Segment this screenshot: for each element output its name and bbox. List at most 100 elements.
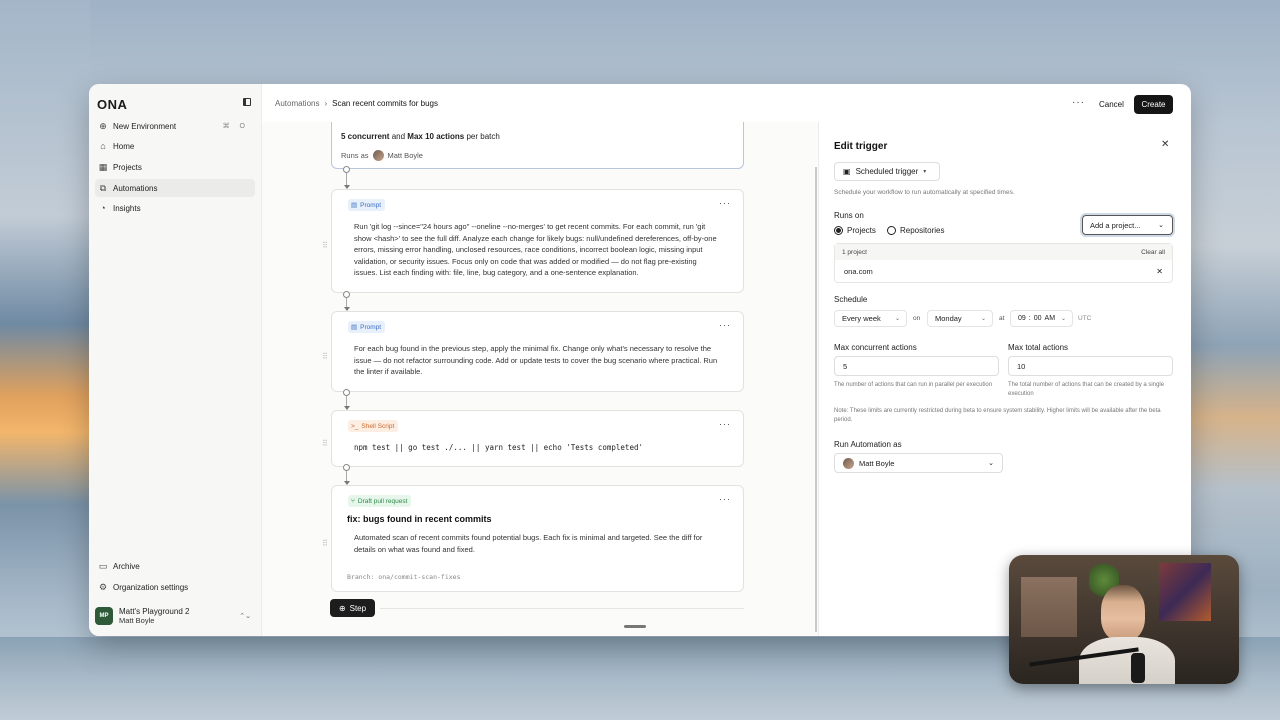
sidebar-item-label: Archive [113, 561, 140, 571]
max-concurrent-label: Max concurrent actions [834, 343, 917, 352]
breadcrumb-automations[interactable]: Automations [275, 99, 319, 108]
step-card-prompt-1[interactable]: ⠿ ▤ Prompt ··· Run 'git log --since="24 h… [322, 189, 744, 293]
radio-projects[interactable]: Projects [834, 226, 876, 235]
shortcut-hint: ⌘ O [222, 123, 249, 130]
connector-node [343, 464, 350, 471]
step-badge: ▤ Prompt [348, 199, 386, 211]
drag-handle-icon[interactable]: ⠿ [322, 539, 328, 548]
project-count: 1 project [842, 248, 867, 256]
schedule-label: Schedule [834, 295, 868, 304]
automation-icon: ⧉ [99, 182, 107, 193]
step-menu-icon[interactable]: ··· [719, 419, 731, 429]
max-concurrent-input[interactable]: 5 [834, 356, 999, 376]
chevron-down-icon: ⌄ [988, 460, 994, 467]
drag-handle-icon[interactable]: ⠿ [322, 439, 328, 448]
drag-handle-icon[interactable]: ⠿ [322, 241, 328, 250]
time-minute[interactable]: 00 [1034, 315, 1042, 322]
plus-circle-icon: ⊕ [99, 120, 107, 131]
sidebar-item-label: Insights [113, 203, 141, 213]
max-total-input[interactable]: 10 [1008, 356, 1173, 376]
app-window: ONA ⊕ New Environment ⌘ O ⌂ Home ▦ Proje… [89, 84, 1191, 636]
webcam-overlay [1009, 555, 1239, 684]
step-text: Run 'git log --since="24 hours ago" --on… [354, 222, 717, 277]
close-icon[interactable]: ✕ [1161, 139, 1169, 150]
grid-icon: ▦ [98, 161, 108, 172]
drag-handle-icon[interactable]: ⠿ [322, 352, 328, 361]
terminal-icon: >_ [351, 422, 359, 430]
create-button[interactable]: Create [1134, 95, 1173, 114]
run-as-select[interactable]: Matt Boyle ⌄ [834, 453, 1003, 473]
canvas-scroll-handle[interactable] [624, 625, 646, 628]
step-menu-icon[interactable]: ··· [719, 494, 731, 504]
step-badge: >_ Shell Script [348, 420, 399, 432]
prompt-icon: ▤ [351, 324, 358, 331]
insights-icon: ◔ [100, 203, 106, 213]
home-icon: ⌂ [100, 141, 106, 151]
breadcrumb-current: Scan recent commits for bugs [332, 99, 438, 108]
user-avatar [843, 457, 854, 469]
sidebar-item-automations[interactable]: ⧉ Automations [95, 179, 255, 197]
sidebar-item-new-environment[interactable]: ⊕ New Environment ⌘ O [95, 117, 255, 135]
radio-repositories[interactable]: Repositories [887, 226, 944, 235]
step-card-prompt-2[interactable]: ⠿ ▤ Prompt ··· For each bug found in the … [322, 311, 744, 392]
sidebar-item-insights[interactable]: ◔ Insights [95, 199, 255, 217]
logo: ONA [97, 97, 128, 112]
trigger-card[interactable]: 5 concurrent and Max 10 actions per batc… [331, 122, 744, 169]
pull-request-icon: ⑂ [351, 497, 355, 505]
max-concurrent-help: The number of actions that can run in pa… [834, 382, 993, 388]
connector-node [343, 389, 350, 396]
step-menu-icon[interactable]: ··· [719, 320, 731, 330]
breadcrumb-separator-icon: › [324, 99, 328, 108]
trigger-type-select[interactable]: ▣ Scheduled trigger ▾ [834, 162, 940, 181]
step-card-shell-script[interactable]: ⠿ >_ Shell Script ··· npm test || go test… [322, 410, 744, 467]
breadcrumb: Automations › Scan recent commits for bu… [275, 99, 438, 108]
max-total-help: The total number of actions that can be … [1008, 382, 1165, 397]
step-code: npm test || go test ./... || yarn test |… [354, 443, 643, 452]
day-select[interactable]: Monday ⌄ [927, 310, 993, 327]
on-label: on [913, 315, 921, 322]
project-row: ona.com ✕ [835, 260, 1172, 283]
prompt-icon: ▤ [351, 202, 358, 209]
step-badge: ⑂ Draft pull request [348, 495, 412, 507]
cancel-button[interactable]: Cancel [1094, 95, 1129, 113]
workspace-switcher[interactable]: MP Matt's Playground 2 Matt Boyle ⌃⌄ [95, 603, 255, 629]
connector-node [343, 166, 350, 173]
connector-node [343, 291, 350, 298]
time-select[interactable]: 09 : 00 AM ⌄ [1010, 310, 1073, 327]
sidebar-item-label: Automations [113, 183, 158, 193]
sidebar-toggle-icon[interactable] [243, 98, 251, 106]
archive-icon: ▭ [98, 560, 108, 571]
step-card-draft-pull-request[interactable]: ⠿ ⑂ Draft pull request ··· fix: bugs foun… [322, 485, 744, 592]
step-menu-icon[interactable]: ··· [719, 198, 731, 208]
trigger-limits: 5 concurrent and Max 10 actions per batc… [341, 132, 500, 141]
pr-branch: Branch: ona/commit-scan-fixes [347, 573, 461, 581]
microphone-icon [1131, 653, 1145, 683]
time-ampm[interactable]: AM [1045, 315, 1056, 322]
calendar-icon: ▣ [843, 167, 851, 176]
background-left [0, 0, 90, 720]
chevron-down-icon: ⌄ [980, 316, 986, 322]
panel-scrollbar[interactable] [815, 167, 817, 632]
sidebar-item-label: Organization settings [113, 582, 189, 592]
sidebar-item-organization-settings[interactable]: ⚙ Organization settings [95, 578, 255, 596]
add-project-select[interactable]: Add a project... ⌄ [1082, 215, 1173, 235]
more-options-icon[interactable]: ··· [1072, 97, 1085, 108]
frequency-select[interactable]: Every week ⌄ [834, 310, 907, 327]
project-name: ona.com [844, 267, 873, 276]
divider [380, 608, 744, 609]
workspace-avatar: MP [95, 607, 113, 625]
remove-project-icon[interactable]: ✕ [1156, 267, 1163, 276]
clear-all-button[interactable]: Clear all [1141, 249, 1165, 256]
pr-description: Automated scan of recent commits found p… [354, 533, 703, 554]
at-label: at [999, 315, 1005, 322]
sidebar-item-projects[interactable]: ▦ Projects [95, 158, 255, 176]
header: Automations › Scan recent commits for bu… [262, 84, 1191, 122]
time-hour[interactable]: 09 [1018, 315, 1026, 322]
chevron-down-icon: ⌄ [1158, 222, 1164, 229]
add-step-button[interactable]: ⊕ Step [330, 599, 375, 617]
sidebar-item-home[interactable]: ⌂ Home [95, 137, 255, 155]
workspace-name: Matt's Playground 2 [119, 607, 190, 616]
sidebar-item-archive[interactable]: ▭ Archive [95, 557, 255, 575]
panel-title: Edit trigger [834, 141, 888, 152]
chevron-updown-icon: ⌃⌄ [239, 613, 251, 620]
